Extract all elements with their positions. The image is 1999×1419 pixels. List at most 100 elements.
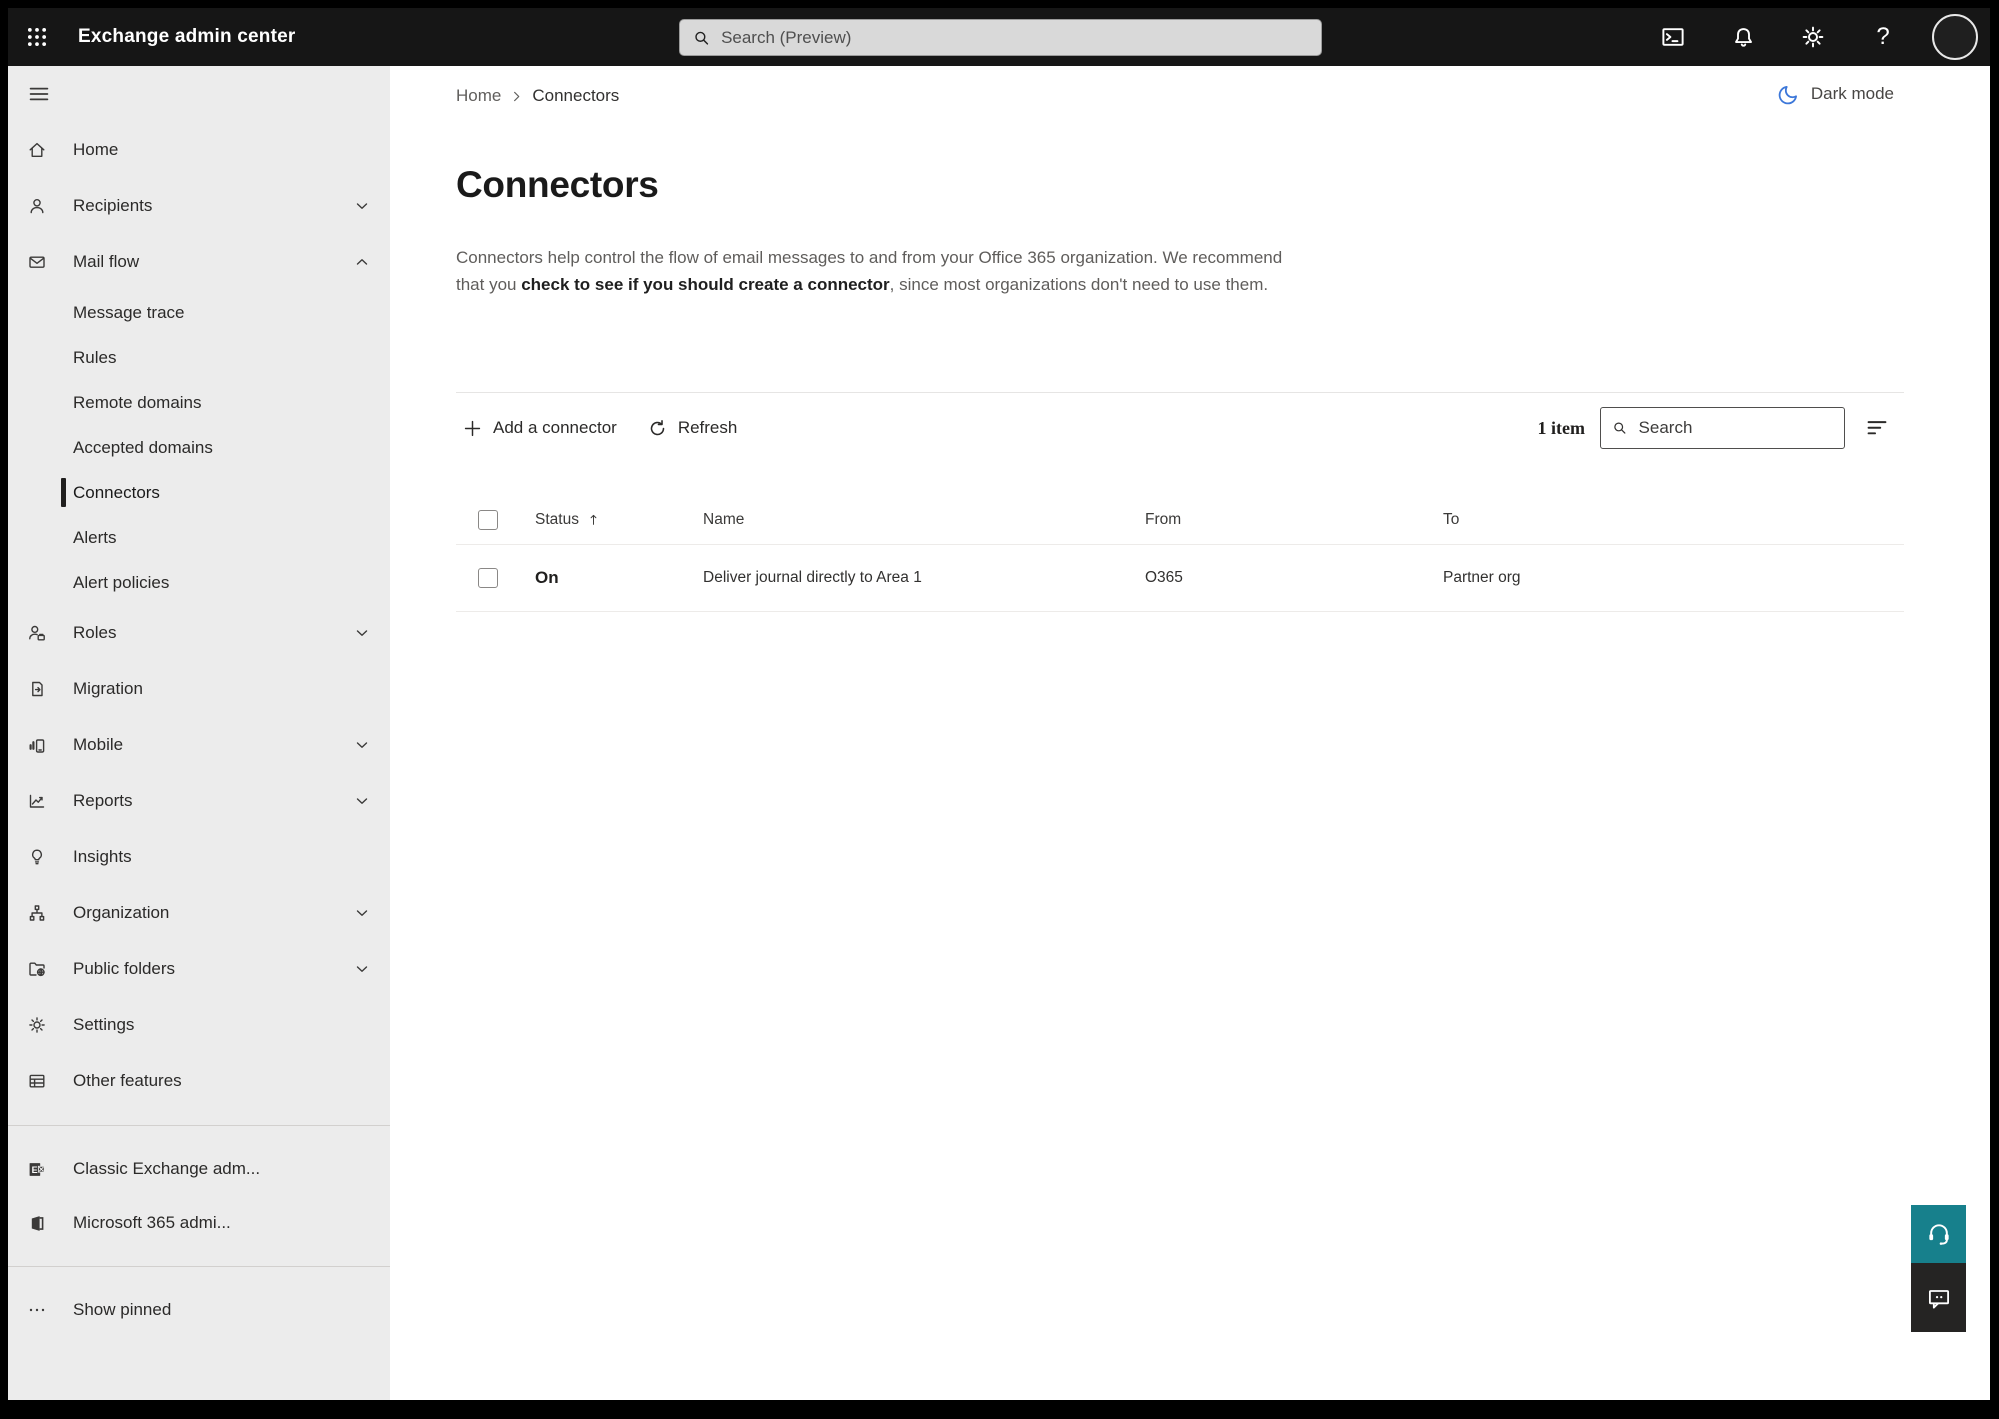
add-connector-button[interactable]: Add a connector xyxy=(462,418,617,439)
reports-icon xyxy=(27,791,47,811)
home-icon xyxy=(27,140,47,160)
sidebar-item-other-features[interactable]: Other features xyxy=(8,1053,390,1109)
chevron-up-icon xyxy=(352,252,372,272)
sidebar-item-classic-exchange[interactable]: E Classic Exchange adm... xyxy=(8,1142,390,1196)
search-icon xyxy=(1614,422,1626,434)
insights-icon xyxy=(27,847,47,867)
column-header-to[interactable]: To xyxy=(1443,511,1904,529)
column-header-from[interactable]: From xyxy=(1145,511,1443,529)
sidebar-item-remote-domains[interactable]: Remote domains xyxy=(8,380,390,425)
bell-icon[interactable] xyxy=(1722,16,1764,58)
global-search[interactable] xyxy=(679,19,1322,56)
sidebar-item-mobile[interactable]: Mobile xyxy=(8,717,390,773)
help-icon[interactable]: ? xyxy=(1862,16,1904,58)
column-header-status[interactable]: Status xyxy=(535,511,579,529)
refresh-icon xyxy=(650,419,665,435)
moon-icon xyxy=(1778,86,1797,105)
mail-icon xyxy=(27,252,47,272)
page-title: Connectors xyxy=(456,164,659,205)
sidebar-item-insights[interactable]: Insights xyxy=(8,829,390,885)
sidebar-item-rules[interactable]: Rules xyxy=(8,335,390,380)
dark-mode-toggle[interactable]: Dark mode xyxy=(1777,82,1894,106)
connector-name[interactable]: Deliver journal directly to Area 1 xyxy=(703,569,1145,587)
roles-icon xyxy=(27,623,47,643)
sidebar-item-settings[interactable]: Settings xyxy=(8,997,390,1053)
search-icon xyxy=(695,31,709,45)
dark-mode-label: Dark mode xyxy=(1810,84,1894,103)
feedback-button[interactable] xyxy=(1911,1263,1966,1332)
column-header-name[interactable]: Name xyxy=(703,511,1145,529)
sidebar: Home Recipients Mail flow Message trace … xyxy=(8,66,390,1400)
classic-exchange-icon: E xyxy=(27,1159,47,1179)
description-text: , since most organizations don't need to… xyxy=(889,275,1269,295)
breadcrumb-home-link[interactable]: Home xyxy=(456,86,501,106)
plus-icon xyxy=(464,420,481,436)
connector-from: O365 xyxy=(1145,569,1183,586)
sidebar-item-connectors[interactable]: Connectors xyxy=(8,470,390,515)
list-search[interactable] xyxy=(1600,407,1845,449)
chevron-down-icon xyxy=(352,959,372,979)
create-connector-link[interactable]: check to see if you should create a conn… xyxy=(521,275,889,294)
app-launcher-icon[interactable] xyxy=(8,8,66,66)
selected-indicator xyxy=(61,478,66,507)
microsoft-365-icon xyxy=(27,1213,47,1233)
table-row[interactable]: On Deliver journal directly to Area 1 O3… xyxy=(456,545,1904,612)
connector-to: Partner org xyxy=(1443,569,1521,586)
breadcrumb-current: Connectors xyxy=(532,86,620,105)
breadcrumb: Home Connectors xyxy=(456,86,619,106)
section-divider xyxy=(456,392,1904,393)
chevron-down-icon xyxy=(352,623,372,643)
filter-icon[interactable] xyxy=(1860,411,1894,445)
global-search-input[interactable] xyxy=(721,27,1309,48)
page-description: Connectors help control the flow of emai… xyxy=(456,244,1301,298)
hamburger-icon[interactable] xyxy=(8,66,390,122)
sidebar-item-message-trace[interactable]: Message trace xyxy=(8,290,390,335)
item-count: 1 item xyxy=(1537,417,1585,438)
list-search-input[interactable] xyxy=(1638,418,1834,438)
connector-status: On xyxy=(535,568,559,587)
app-title: Exchange admin center xyxy=(78,26,296,47)
chevron-down-icon xyxy=(352,196,372,216)
sidebar-item-public-folders[interactable]: Public folders xyxy=(8,941,390,997)
public-folders-icon xyxy=(27,959,47,979)
top-bar: Exchange admin center Search (Preview) ? xyxy=(8,8,1990,66)
sidebar-item-accepted-domains[interactable]: Accepted domains xyxy=(8,425,390,470)
headset-icon xyxy=(1928,1224,1949,1245)
app-frame: Exchange admin center Search (Preview) ?… xyxy=(0,0,1999,1419)
person-icon xyxy=(27,196,47,216)
sidebar-item-alerts[interactable]: Alerts xyxy=(8,515,390,560)
settings-gear-icon xyxy=(27,1015,47,1035)
svg-text:E: E xyxy=(32,1164,38,1174)
sidebar-divider xyxy=(8,1266,390,1267)
sidebar-item-show-pinned[interactable]: Show pinned xyxy=(8,1283,390,1337)
sidebar-item-home[interactable]: Home xyxy=(8,122,390,178)
sidebar-item-reports[interactable]: Reports xyxy=(8,773,390,829)
floating-action-buttons xyxy=(1911,1205,1966,1332)
gear-icon[interactable] xyxy=(1792,16,1834,58)
list-toolbar: Add a connector Refresh 1 item xyxy=(456,400,1904,456)
mobile-icon xyxy=(27,735,47,755)
breadcrumb-chevron-icon xyxy=(514,91,520,101)
sidebar-item-microsoft-365[interactable]: Microsoft 365 admi... xyxy=(8,1196,390,1250)
refresh-button[interactable]: Refresh xyxy=(647,418,737,439)
sidebar-item-alert-policies[interactable]: Alert policies xyxy=(8,560,390,605)
sidebar-item-mail-flow[interactable]: Mail flow xyxy=(8,234,390,290)
main-content: Home Connectors Dark mode Connectors Con… xyxy=(390,66,1990,1400)
sidebar-divider xyxy=(8,1125,390,1126)
terminal-icon[interactable] xyxy=(1652,16,1694,58)
select-all-checkbox[interactable] xyxy=(478,509,498,530)
sidebar-item-recipients[interactable]: Recipients xyxy=(8,178,390,234)
sidebar-item-migration[interactable]: Migration xyxy=(8,661,390,717)
organization-icon xyxy=(27,903,47,923)
row-checkbox[interactable] xyxy=(478,568,498,588)
avatar[interactable] xyxy=(1932,14,1978,60)
connectors-table: Status Name From To On Deliver journal d… xyxy=(456,495,1904,612)
table-header-row: Status Name From To xyxy=(456,495,1904,545)
sort-ascending-icon xyxy=(590,514,597,525)
sidebar-item-organization[interactable]: Organization xyxy=(8,885,390,941)
chevron-down-icon xyxy=(352,903,372,923)
feedback-bubble-icon xyxy=(1928,1289,1949,1309)
sidebar-item-roles[interactable]: Roles xyxy=(8,605,390,661)
help-support-button[interactable] xyxy=(1911,1205,1966,1263)
chevron-down-icon xyxy=(352,791,372,811)
